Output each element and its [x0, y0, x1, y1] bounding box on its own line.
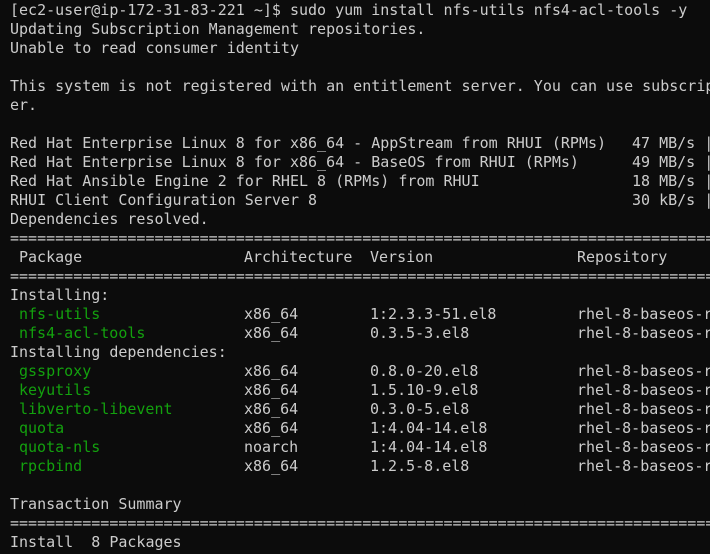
repo-speed: 49 MB/s | — [632, 153, 710, 171]
table-header: Package Architecture Version Repository — [0, 248, 710, 267]
row-package: gssproxy — [19, 362, 92, 380]
section-title: Installing: — [0, 286, 710, 305]
dependencies-resolved-text: Dependencies resolved. — [10, 210, 209, 228]
message-line: er. — [0, 96, 710, 115]
row-repo: rhel-8-baseos-r — [577, 362, 710, 380]
table-row: quota-nls noarch 1:4.04-14.el8 rhel-8-ba… — [0, 438, 710, 457]
separator: ========================================… — [10, 267, 710, 285]
header-repository: Repository — [577, 248, 668, 266]
row-repo: rhel-8-baseos-r — [577, 400, 710, 418]
message-text: Unable to read consumer identity — [10, 39, 299, 57]
row-version: 0.3.5-3.el8 — [370, 324, 470, 342]
row-arch: x86_64 — [244, 457, 299, 475]
repo-line: Red Hat Enterprise Linux 8 for x86_64 - … — [0, 134, 710, 153]
message-text: This system is not registered with an en… — [10, 77, 710, 95]
row-repo: rhel-8-baseos-r — [577, 438, 710, 456]
row-version: 1.2.5-8.el8 — [370, 457, 470, 475]
row-version: 1:2.3.3-51.el8 — [370, 305, 497, 323]
row-package: libverto-libevent — [19, 400, 173, 418]
row-arch: x86_64 — [244, 362, 299, 380]
row-arch: noarch — [244, 438, 299, 456]
terminal-window[interactable]: [ec2-user@ip-172-31-83-221 ~]$ sudo yum … — [0, 0, 710, 554]
repo-speed: 47 MB/s | — [632, 134, 710, 152]
separator-line: ========================================… — [0, 229, 710, 248]
table-row: quota x86_64 1:4.04-14.el8 rhel-8-baseos… — [0, 419, 710, 438]
row-arch: x86_64 — [244, 419, 299, 437]
row-arch: x86_64 — [244, 400, 299, 418]
separator-line: ========================================… — [0, 514, 710, 533]
section-dependencies-label: Installing dependencies: — [10, 343, 227, 361]
summary-title: Transaction Summary — [0, 495, 710, 514]
repo-name: Red Hat Enterprise Linux 8 for x86_64 - … — [10, 153, 579, 171]
repo-line: Red Hat Ansible Engine 2 for RHEL 8 (RPM… — [0, 172, 710, 191]
command-text: [ec2-user@ip-172-31-83-221 ~]$ sudo yum … — [10, 1, 688, 19]
section-installing-label: Installing: — [10, 286, 110, 304]
message-line: Updating Subscription Management reposit… — [0, 20, 710, 39]
row-repo: rhel-8-baseos-r — [577, 419, 710, 437]
table-row: libverto-libevent x86_64 0.3.0-5.el8 rhe… — [0, 400, 710, 419]
repo-speed: 30 kB/s | — [632, 191, 710, 209]
message-line: Unable to read consumer identity — [0, 39, 710, 58]
repo-speed: 18 MB/s | — [632, 172, 710, 190]
row-repo: rhel-8-baseos-r — [577, 381, 710, 399]
row-package: nfs-utils — [19, 305, 101, 323]
table-row: nfs4-acl-tools x86_64 0.3.5-3.el8 rhel-8… — [0, 324, 710, 343]
row-package: quota — [19, 419, 65, 437]
separator-line: ========================================… — [0, 267, 710, 286]
row-version: 1.5.10-9.el8 — [370, 381, 479, 399]
command-line: [ec2-user@ip-172-31-83-221 ~]$ sudo yum … — [0, 1, 710, 20]
row-repo: rhel-8-baseos-r — [577, 457, 710, 475]
separator: ========================================… — [10, 229, 710, 247]
install-summary-text: Install 8 Packages — [10, 533, 182, 551]
repo-line: RHUI Client Configuration Server 8 30 kB… — [0, 191, 710, 210]
message-text: Updating Subscription Management reposit… — [10, 20, 426, 38]
install-summary-line: Install 8 Packages — [0, 533, 710, 552]
row-repo: rhel-8-baseos-r — [577, 324, 710, 342]
row-version: 0.8.0-20.el8 — [370, 362, 479, 380]
row-version: 1:4.04-14.el8 — [370, 438, 488, 456]
table-row: gssproxy x86_64 0.8.0-20.el8 rhel-8-base… — [0, 362, 710, 381]
section-title: Installing dependencies: — [0, 343, 710, 362]
status-line: Dependencies resolved. — [0, 210, 710, 229]
row-package: nfs4-acl-tools — [19, 324, 146, 342]
transaction-summary-label: Transaction Summary — [10, 495, 182, 513]
row-version: 1:4.04-14.el8 — [370, 419, 488, 437]
row-arch: x86_64 — [244, 324, 299, 342]
table-row: keyutils x86_64 1.5.10-9.el8 rhel-8-base… — [0, 381, 710, 400]
header-package: Package — [19, 248, 83, 266]
table-row: nfs-utils x86_64 1:2.3.3-51.el8 rhel-8-b… — [0, 305, 710, 324]
row-package: rpcbind — [19, 457, 83, 475]
message-text: er. — [10, 96, 38, 114]
row-arch: x86_64 — [244, 381, 299, 399]
row-package: quota-nls — [19, 438, 101, 456]
repo-name: Red Hat Enterprise Linux 8 for x86_64 - … — [10, 134, 607, 152]
row-package: keyutils — [19, 381, 92, 399]
repo-name: RHUI Client Configuration Server 8 — [10, 191, 318, 209]
message-line: This system is not registered with an en… — [0, 77, 710, 96]
separator: ========================================… — [10, 514, 710, 532]
repo-name: Red Hat Ansible Engine 2 for RHEL 8 (RPM… — [10, 172, 480, 190]
row-repo: rhel-8-baseos-r — [577, 305, 710, 323]
repo-line: Red Hat Enterprise Linux 8 for x86_64 - … — [0, 153, 710, 172]
row-arch: x86_64 — [244, 305, 299, 323]
row-version: 0.3.0-5.el8 — [370, 400, 470, 418]
header-version: Version — [370, 248, 434, 266]
table-row: rpcbind x86_64 1.2.5-8.el8 rhel-8-baseos… — [0, 457, 710, 476]
header-architecture: Architecture — [244, 248, 353, 266]
